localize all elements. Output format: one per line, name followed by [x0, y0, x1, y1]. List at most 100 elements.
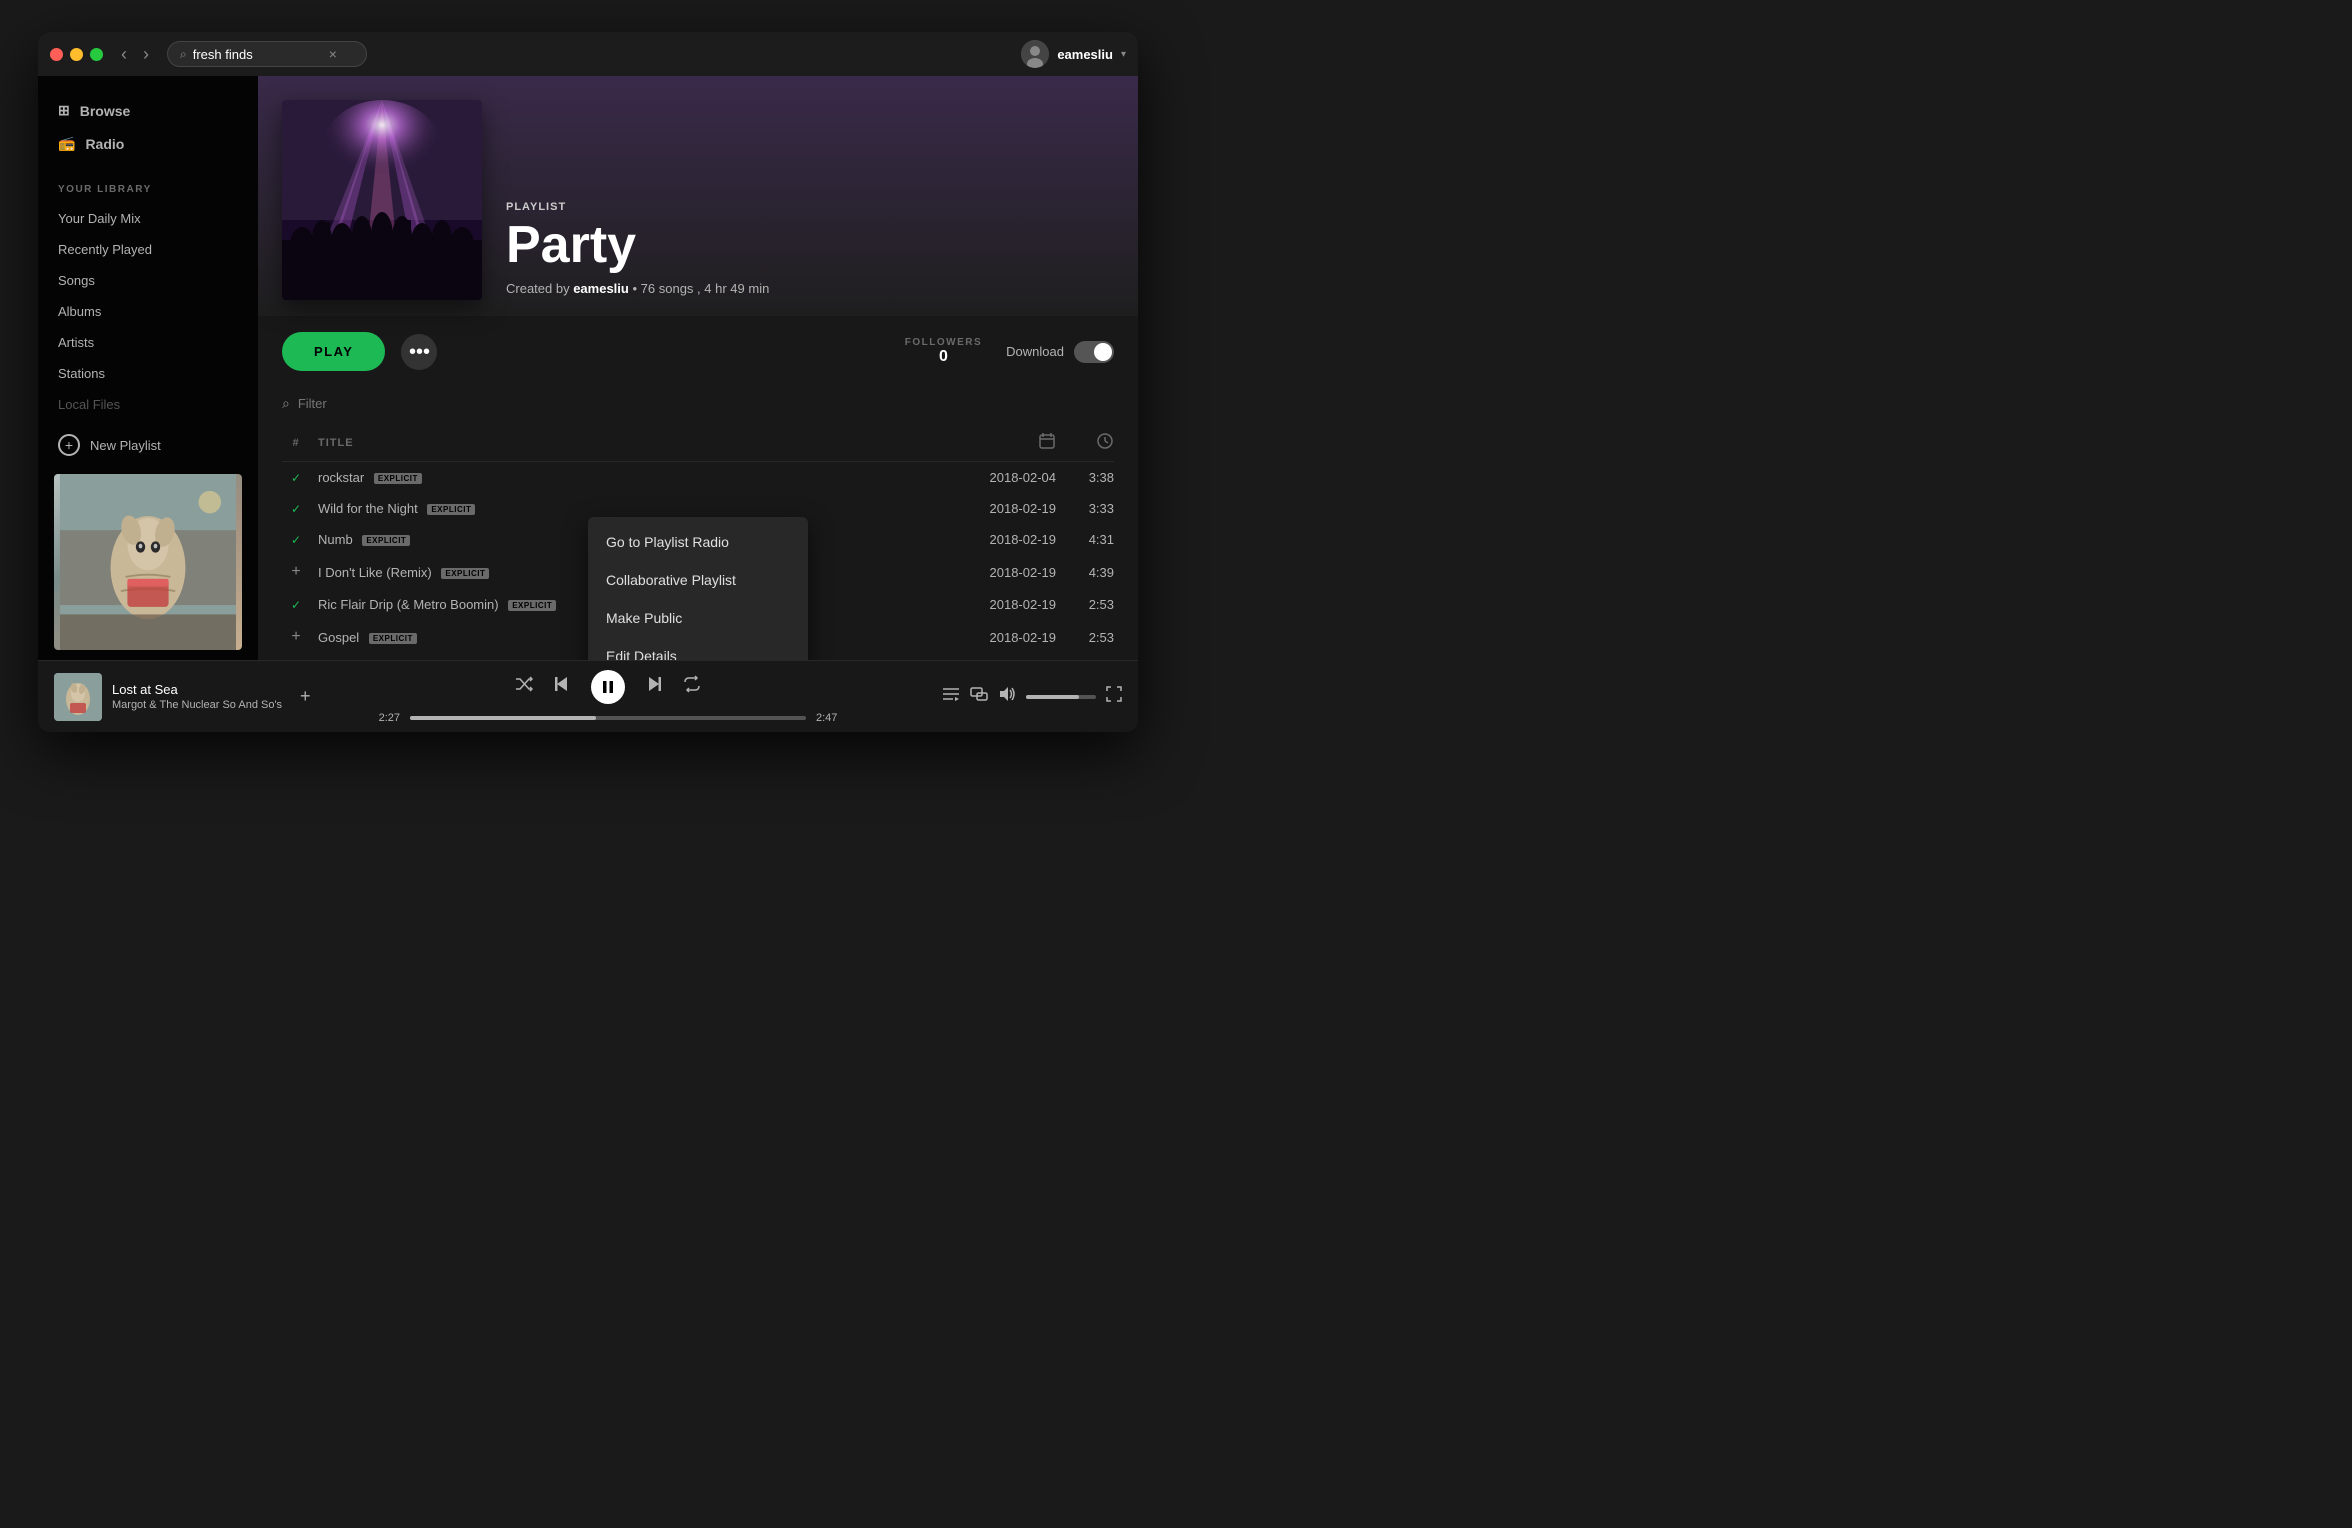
track-title: Wild for the Night	[318, 501, 418, 516]
play-button[interactable]: PLAY	[282, 332, 385, 371]
created-by-text: Created by	[506, 281, 573, 296]
album-art-image	[54, 474, 242, 650]
track-time: 3:33	[1064, 501, 1114, 516]
fullscreen-button[interactable]	[1106, 686, 1122, 707]
explicit-badge: EXPLICIT	[362, 535, 410, 546]
followers-count: 0	[905, 348, 982, 366]
pause-button[interactable]	[591, 670, 625, 704]
now-playing-art	[54, 673, 102, 721]
close-button[interactable]	[50, 48, 63, 61]
now-playing-title: Lost at Sea	[112, 682, 282, 697]
progress-row: 2:27 2:47	[368, 712, 848, 724]
track-title-cell: rockstar EXPLICIT	[318, 470, 691, 485]
tracks-header: # TITLE	[282, 424, 1114, 462]
sidebar-item-browse[interactable]: ⊞ Browse	[54, 94, 242, 127]
pause-icon	[601, 680, 615, 694]
back-button[interactable]: ‹	[115, 42, 133, 67]
search-clear-icon[interactable]: ×	[329, 46, 337, 62]
minimize-button[interactable]	[70, 48, 83, 61]
avatar-icon	[1021, 40, 1049, 68]
chevron-down-icon: ▾	[1121, 49, 1126, 60]
track-date: 2018-02-19	[956, 501, 1056, 516]
followers-section: FOLLOWERS 0	[905, 337, 982, 366]
table-row[interactable]: ✓ rockstar EXPLICIT 2018-02-04 3:38	[282, 462, 1114, 493]
creator-name[interactable]: eamesliu	[573, 281, 629, 296]
repeat-button[interactable]	[683, 675, 701, 698]
sidebar-item-artists[interactable]: Artists	[38, 327, 258, 358]
track-date: 2018-02-19	[956, 565, 1056, 580]
username-label: eamesliu	[1057, 47, 1113, 62]
playlist-type-label: PLAYLIST	[506, 201, 769, 213]
maximize-button[interactable]	[90, 48, 103, 61]
new-playlist-button[interactable]: + New Playlist	[38, 424, 258, 466]
volume-bar[interactable]	[1026, 695, 1096, 699]
context-item-label: Edit Details	[606, 648, 677, 660]
context-menu-item-edit-details[interactable]: Edit Details	[588, 637, 808, 660]
sidebar-item-daily-mix[interactable]: Your Daily Mix	[38, 203, 258, 234]
browse-icon: ⊞	[58, 102, 70, 119]
clock-icon	[1096, 432, 1114, 450]
sidebar-item-local-files[interactable]: Local Files	[38, 389, 258, 420]
add-to-library-button[interactable]: +	[300, 686, 311, 707]
track-time: 4:31	[1064, 532, 1114, 547]
track-check-icon: ✓	[282, 598, 310, 612]
track-time: 4:39	[1064, 565, 1114, 580]
context-menu-item-collaborative[interactable]: Collaborative Playlist	[588, 561, 808, 599]
sidebar-item-recently-played[interactable]: Recently Played	[38, 234, 258, 265]
sidebar-album-art[interactable]	[54, 474, 242, 650]
col-header-num: #	[282, 437, 310, 449]
nav-arrows: ‹ ›	[115, 42, 155, 67]
filter-input[interactable]	[298, 396, 474, 411]
track-time: 2:53	[1064, 597, 1114, 612]
explicit-badge: EXPLICIT	[427, 504, 475, 515]
sidebar-item-radio[interactable]: 📻 Radio	[54, 127, 242, 160]
next-button[interactable]	[645, 675, 663, 698]
context-item-label: Make Public	[606, 610, 682, 626]
search-bar[interactable]: ⌕ ×	[167, 41, 367, 67]
search-input[interactable]	[193, 47, 323, 62]
volume-fill	[1026, 695, 1079, 699]
context-menu: Go to Playlist Radio Collaborative Playl…	[588, 517, 808, 660]
download-toggle[interactable]	[1074, 341, 1114, 363]
volume-icon	[998, 685, 1016, 703]
sidebar-radio-label: Radio	[85, 136, 124, 152]
titlebar: ‹ › ⌕ × eamesliu ▾	[38, 32, 1138, 76]
playlist-title: Party	[506, 219, 769, 271]
more-options-button[interactable]: •••	[401, 334, 437, 370]
sidebar-item-albums[interactable]: Albums	[38, 296, 258, 327]
devices-button[interactable]	[970, 685, 988, 708]
avatar	[1021, 40, 1049, 68]
playlist-actions: PLAY ••• FOLLOWERS 0 Download	[258, 316, 1138, 387]
context-menu-item-make-public[interactable]: Make Public	[588, 599, 808, 637]
plus-icon: +	[58, 434, 80, 456]
now-playing-info: Lost at Sea Margot & The Nuclear So And …	[112, 682, 282, 711]
player-controls	[515, 670, 701, 704]
track-date: 2018-02-04	[956, 470, 1056, 485]
progress-bar[interactable]	[410, 716, 806, 720]
context-menu-item-playlist-radio[interactable]: Go to Playlist Radio	[588, 523, 808, 561]
col-header-date	[956, 432, 1056, 453]
song-count: 76 songs	[641, 281, 694, 296]
sidebar: ⊞ Browse 📻 Radio YOUR LIBRARY Your Daily…	[38, 76, 258, 660]
forward-button[interactable]: ›	[137, 42, 155, 67]
track-check-icon: ✓	[282, 471, 310, 485]
volume-button[interactable]	[998, 685, 1016, 708]
playlist-meta: Created by eamesliu • 76 songs , 4 hr 49…	[506, 281, 769, 296]
calendar-icon	[1038, 432, 1056, 450]
shuffle-button[interactable]	[515, 675, 533, 698]
context-item-label: Collaborative Playlist	[606, 572, 736, 588]
sidebar-item-songs[interactable]: Songs	[38, 265, 258, 296]
total-time: 2:47	[816, 712, 848, 724]
followers-label: FOLLOWERS	[905, 337, 982, 348]
app-window: ‹ › ⌕ × eamesliu ▾ ⊞	[38, 32, 1138, 732]
explicit-badge: EXPLICIT	[374, 473, 422, 484]
user-menu[interactable]: eamesliu ▾	[1021, 40, 1126, 68]
now-playing-artist: Margot & The Nuclear So And So's	[112, 699, 282, 711]
traffic-lights	[50, 48, 103, 61]
filter-row: ⌕	[282, 387, 1114, 424]
sidebar-item-stations[interactable]: Stations	[38, 358, 258, 389]
track-date: 2018-02-19	[956, 532, 1056, 547]
previous-button[interactable]	[553, 675, 571, 698]
track-add-icon: +	[282, 628, 310, 646]
queue-button[interactable]	[942, 685, 960, 708]
